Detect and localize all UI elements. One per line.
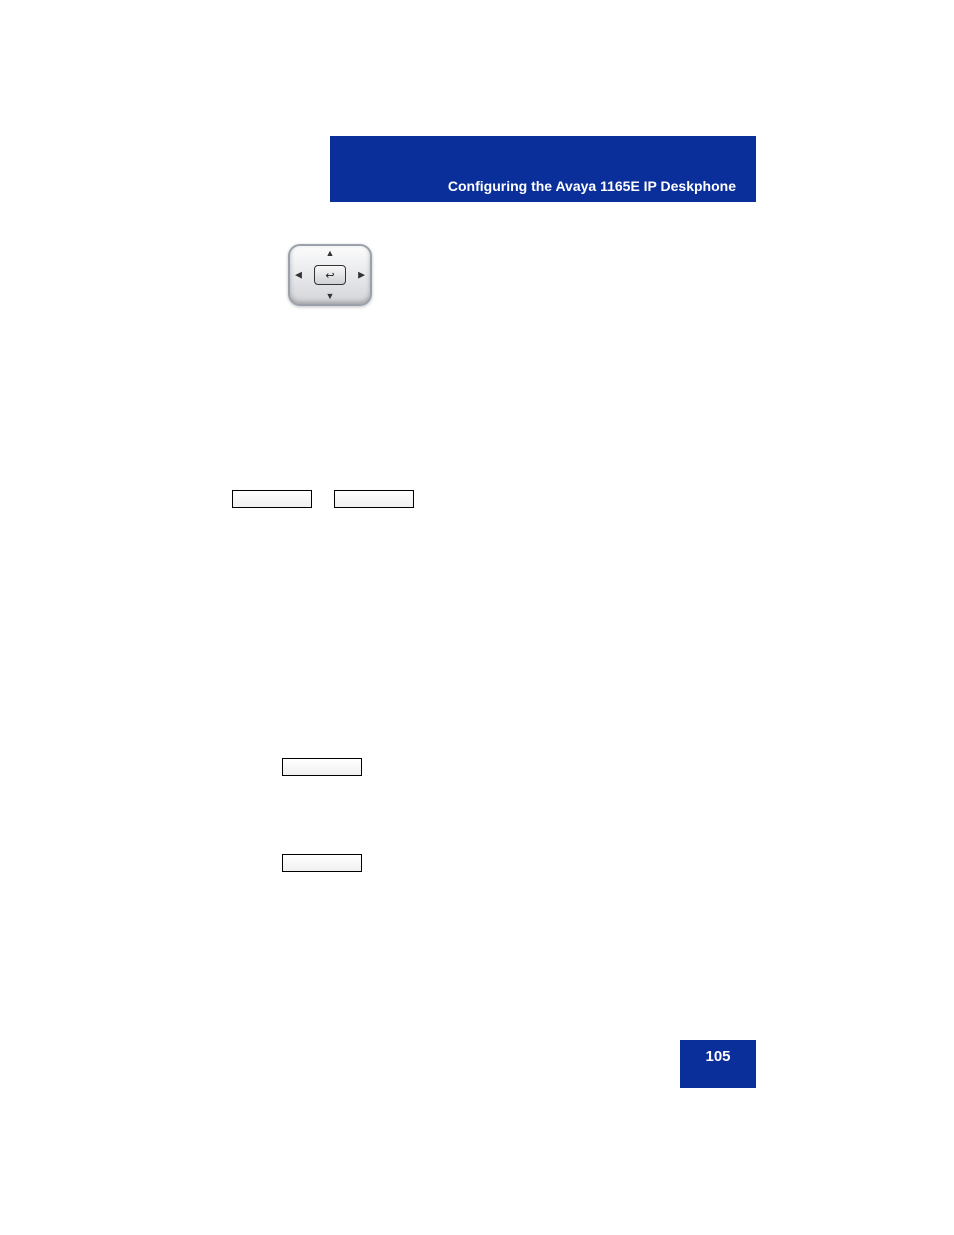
document-page: Configuring the Avaya 1165E IP Deskphone… (0, 0, 954, 1235)
page-number: 105 (680, 1040, 756, 1088)
softkey-icon (334, 490, 414, 508)
nav-up-icon: ▲ (326, 249, 335, 258)
softkey-icon (282, 758, 362, 776)
softkey-row-1 (232, 490, 414, 508)
navigation-key-icon: ▲ ▼ ◀ ▶ (288, 244, 372, 306)
nav-down-icon: ▼ (326, 292, 335, 301)
header-title: Configuring the Avaya 1165E IP Deskphone (330, 178, 746, 194)
header-bar: Configuring the Avaya 1165E IP Deskphone (330, 136, 756, 202)
softkey-icon (232, 490, 312, 508)
nav-right-icon: ▶ (358, 271, 365, 280)
nav-left-icon: ◀ (295, 271, 302, 280)
nav-enter-icon (314, 265, 346, 285)
softkey-icon (282, 854, 362, 872)
